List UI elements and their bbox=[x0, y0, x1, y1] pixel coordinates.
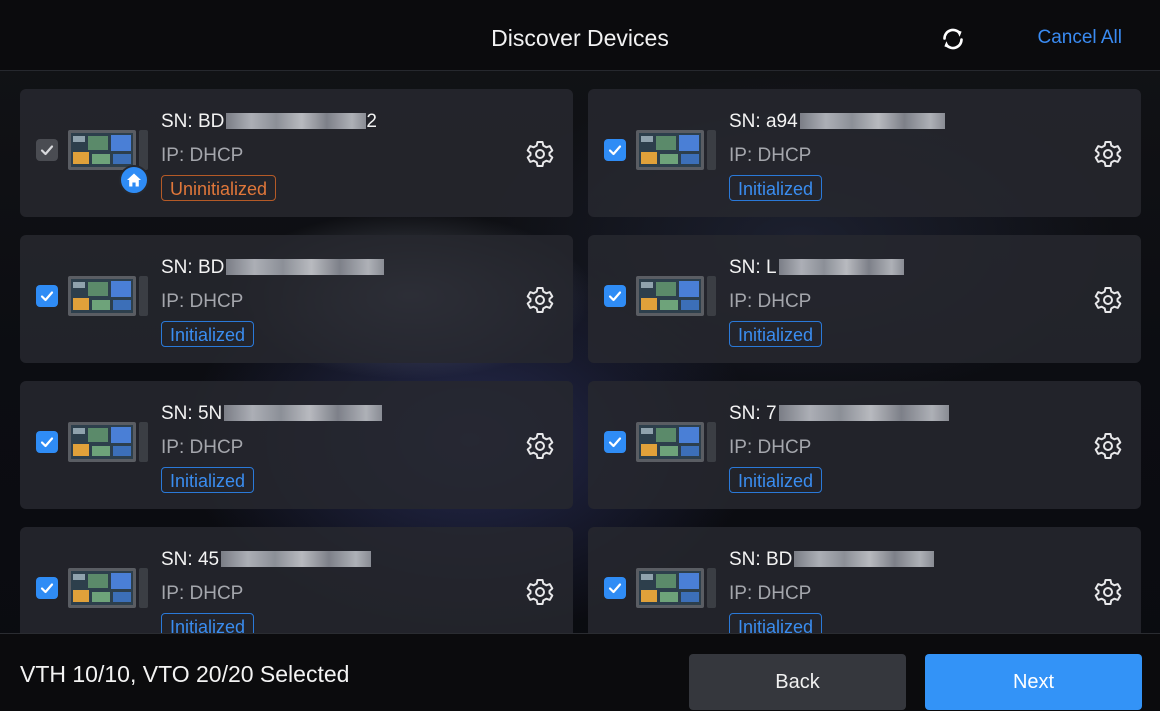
checkmark-icon bbox=[608, 583, 622, 594]
serial-number: SN: BD 2 bbox=[161, 111, 377, 132]
checkmark-icon bbox=[40, 145, 54, 156]
selection-summary: VTH 10/10, VTO 20/20 Selected bbox=[20, 661, 350, 687]
settings-gear-icon[interactable] bbox=[525, 285, 555, 315]
device-card[interactable]: SN: L IP: DHCP Initialized bbox=[588, 235, 1141, 363]
device-checkbox[interactable] bbox=[36, 139, 58, 161]
serial-number: SN: 5N bbox=[161, 403, 383, 425]
device-checkbox[interactable] bbox=[604, 577, 626, 599]
status-badge: Initialized bbox=[729, 613, 823, 633]
status-badge: Initialized bbox=[161, 467, 255, 493]
settings-gear-icon[interactable] bbox=[525, 577, 555, 607]
device-thumbnail bbox=[636, 130, 716, 170]
status-badge: Initialized bbox=[729, 321, 823, 347]
refresh-icon[interactable] bbox=[940, 26, 966, 52]
redacted-serial bbox=[226, 259, 385, 275]
ip-address: IP: DHCP bbox=[729, 437, 812, 458]
cancel-all-button[interactable]: Cancel All bbox=[1038, 0, 1123, 70]
checkmark-icon bbox=[40, 437, 54, 448]
ip-address: IP: DHCP bbox=[729, 291, 812, 312]
serial-number: SN: a94 bbox=[729, 111, 945, 133]
home-icon bbox=[127, 173, 141, 187]
device-checkbox[interactable] bbox=[36, 431, 58, 453]
device-thumbnail bbox=[68, 422, 148, 462]
status-badge: Initialized bbox=[161, 321, 255, 347]
device-thumbnail bbox=[636, 276, 716, 316]
redacted-serial bbox=[794, 551, 935, 567]
checkmark-icon bbox=[608, 145, 622, 156]
serial-number: SN: 45 bbox=[161, 549, 372, 571]
device-thumbnail bbox=[68, 276, 148, 316]
device-thumbnail bbox=[68, 130, 148, 170]
status-badge: Initialized bbox=[729, 175, 823, 201]
status-badge: Uninitialized bbox=[161, 175, 277, 201]
serial-number: SN: BD bbox=[729, 549, 935, 571]
ip-address: IP: DHCP bbox=[161, 437, 244, 458]
ip-address: IP: DHCP bbox=[729, 583, 812, 604]
device-checkbox[interactable] bbox=[36, 285, 58, 307]
settings-gear-icon[interactable] bbox=[1093, 577, 1123, 607]
checkmark-icon bbox=[608, 291, 622, 302]
device-card[interactable]: SN: BD 2 IP: DHCP Uninitialized bbox=[20, 89, 573, 217]
device-checkbox[interactable] bbox=[36, 577, 58, 599]
serial-number: SN: 7 bbox=[729, 403, 949, 425]
device-thumbnail bbox=[636, 422, 716, 462]
status-badge: Initialized bbox=[161, 613, 255, 633]
device-thumbnail bbox=[68, 568, 148, 608]
device-checkbox[interactable] bbox=[604, 139, 626, 161]
checkmark-icon bbox=[40, 291, 54, 302]
page-title: Discover Devices bbox=[491, 25, 669, 51]
device-card[interactable]: SN: BD IP: DHCP Initialized bbox=[588, 527, 1141, 633]
redacted-serial bbox=[799, 113, 945, 129]
settings-gear-icon[interactable] bbox=[1093, 285, 1123, 315]
redacted-serial bbox=[226, 113, 367, 129]
device-card[interactable]: SN: 5N IP: DHCP Initialized bbox=[20, 381, 573, 509]
ip-address: IP: DHCP bbox=[161, 291, 244, 312]
device-checkbox[interactable] bbox=[604, 285, 626, 307]
checkmark-icon bbox=[40, 583, 54, 594]
settings-gear-icon[interactable] bbox=[525, 431, 555, 461]
device-list: SN: BD 2 IP: DHCP Uninitialized SN: a94 … bbox=[0, 70, 1160, 633]
ip-address: IP: DHCP bbox=[161, 583, 244, 604]
device-card[interactable]: SN: 45 IP: DHCP Initialized bbox=[20, 527, 573, 633]
redacted-serial bbox=[221, 551, 372, 567]
redacted-serial bbox=[224, 405, 383, 421]
redacted-serial bbox=[778, 259, 904, 275]
settings-gear-icon[interactable] bbox=[525, 139, 555, 169]
home-badge bbox=[119, 165, 149, 195]
header-bar: Discover Devices Cancel All bbox=[0, 0, 1160, 71]
next-button[interactable]: Next bbox=[925, 654, 1142, 710]
device-card[interactable]: SN: a94 IP: DHCP Initialized bbox=[588, 89, 1141, 217]
device-card[interactable]: SN: BD IP: DHCP Initialized bbox=[20, 235, 573, 363]
status-badge: Initialized bbox=[729, 467, 823, 493]
device-card[interactable]: SN: 7 IP: DHCP Initialized bbox=[588, 381, 1141, 509]
discover-devices-screen: Discover Devices Cancel All SN: BD 2 IP:… bbox=[0, 0, 1160, 711]
device-checkbox[interactable] bbox=[604, 431, 626, 453]
footer-bar: VTH 10/10, VTO 20/20 Selected Back Next bbox=[0, 633, 1160, 711]
checkmark-icon bbox=[608, 437, 622, 448]
serial-number: SN: BD bbox=[161, 257, 385, 279]
settings-gear-icon[interactable] bbox=[1093, 139, 1123, 169]
redacted-serial bbox=[778, 405, 949, 421]
settings-gear-icon[interactable] bbox=[1093, 431, 1123, 461]
ip-address: IP: DHCP bbox=[161, 145, 244, 166]
back-button[interactable]: Back bbox=[689, 654, 906, 710]
ip-address: IP: DHCP bbox=[729, 145, 812, 166]
serial-number: SN: L bbox=[729, 257, 904, 279]
device-thumbnail bbox=[636, 568, 716, 608]
